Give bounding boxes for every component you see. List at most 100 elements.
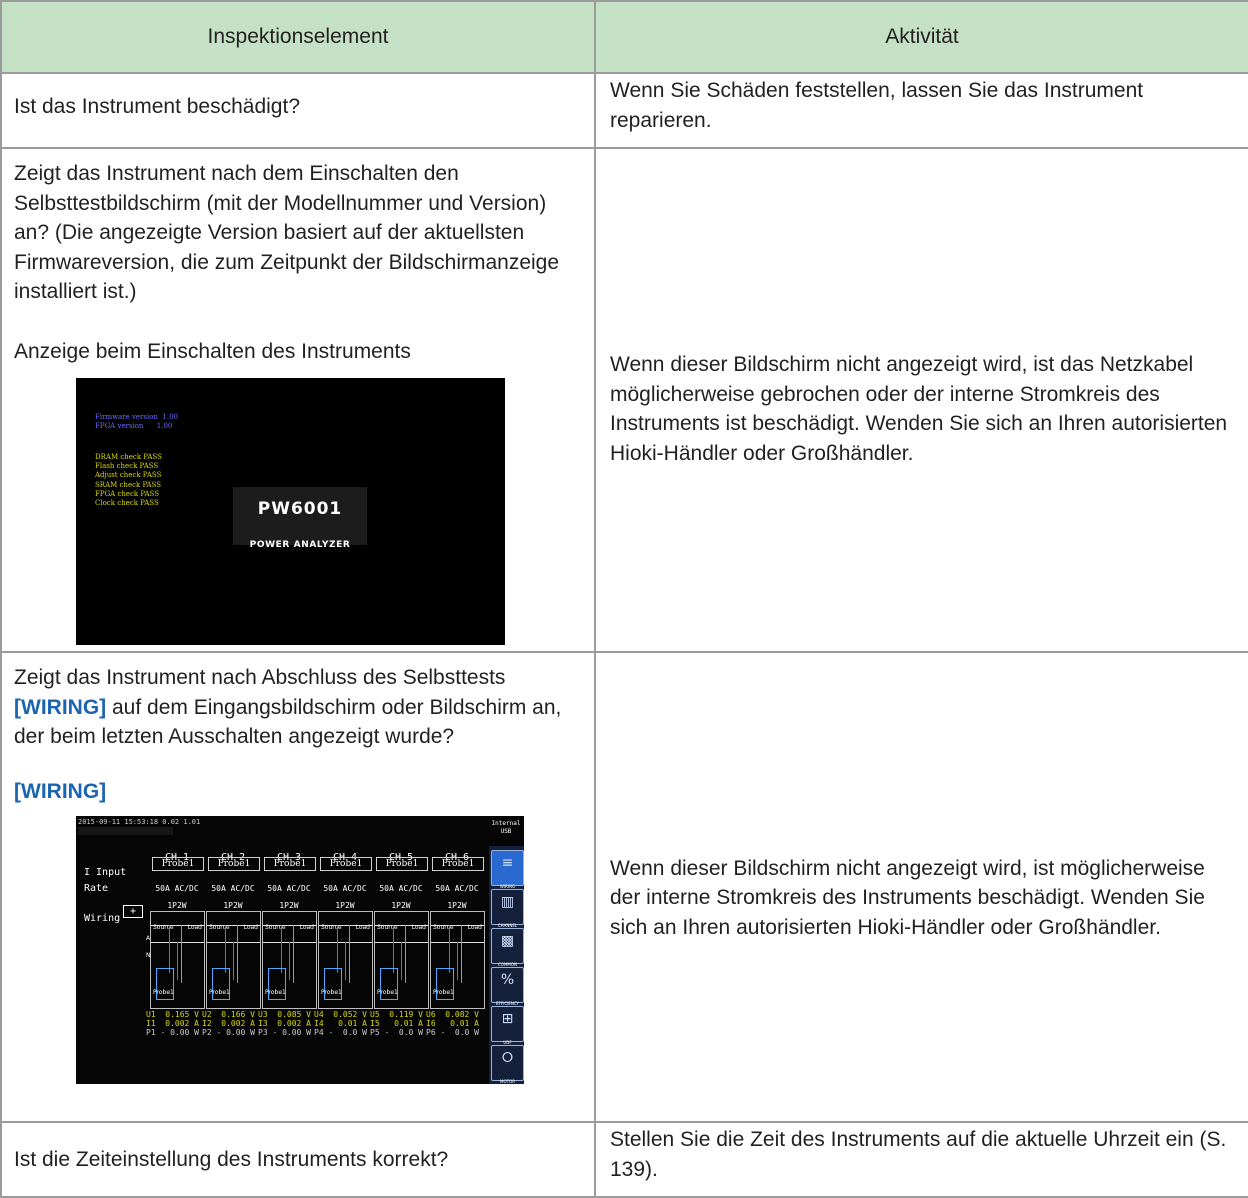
- boot-screen-caption: Anzeige beim Einschalten des Instruments: [14, 339, 411, 363]
- probe-label: Probe1: [265, 988, 286, 996]
- row-2-item-cell: Zeigt das Instrument nach dem Einschalte…: [0, 147, 596, 653]
- wiring-key-ref: [WIRING]: [14, 695, 107, 719]
- boot-screen-image: Firmware version 1.00 FPGA version 1.00 D…: [76, 378, 505, 645]
- menu-button-udf[interactable]: ⊞ UDF: [491, 1006, 524, 1045]
- menu-button-efficiency[interactable]: % EFFICIENCY: [491, 967, 524, 1006]
- voltage-lead: [225, 925, 226, 973]
- menu-button-motor[interactable]: ⭘ MOTOR: [491, 1045, 524, 1084]
- voltage-value: U3 0.085 V: [258, 1010, 311, 1019]
- wiring-icon: ≡: [501, 855, 514, 871]
- measurement-values: U2 0.166 V I2 0.002 A P2 - 0.00 W: [202, 1010, 255, 1037]
- wiring-screen-caption: [WIRING]: [14, 779, 107, 803]
- load-label: Load: [299, 924, 314, 931]
- row-3-item-text: Zeigt das Instrument nach Abschluss des …: [14, 666, 506, 689]
- fpga-version-line: FPGA version 1.00: [95, 422, 173, 430]
- diagram-labels: Source Load: [433, 913, 482, 943]
- model-logo: PW6001 POWER ANALYZER: [233, 487, 367, 550]
- wiring-diagram: Source Load Probe1: [262, 911, 317, 1009]
- probe-label: Probe1: [153, 988, 174, 996]
- line-marker: N: [146, 952, 151, 959]
- probe-label: Probe1: [377, 988, 398, 996]
- probe-field[interactable]: Probe1: [152, 857, 204, 871]
- inspection-table: Inspektionselement Aktivität Ist das Ins…: [0, 0, 1248, 1198]
- current-lead: [405, 925, 406, 983]
- diagram-labels: Source Load: [209, 913, 258, 943]
- voltage-value: U5 0.119 V: [370, 1010, 423, 1019]
- voltage-value: U2 0.166 V: [202, 1010, 255, 1019]
- row-3-activity: Wenn dieser Bildschirm nicht angezeigt w…: [594, 651, 1248, 1123]
- voltage-value: U6 0.082 V: [426, 1010, 479, 1019]
- common-icon: ▩: [500, 933, 515, 949]
- probe-label: Probe1: [433, 988, 454, 996]
- voltage-lead: [449, 925, 450, 973]
- diagram-labels: Source Load: [377, 913, 426, 943]
- load-label: Load: [187, 924, 202, 931]
- check-line: Flash check PASS: [95, 462, 159, 471]
- datetime-readout: 2015-09-11 15:53:18 0.02 1.01: [78, 818, 201, 826]
- model-subtitle: POWER ANALYZER: [249, 539, 351, 550]
- row-1-item: Ist das Instrument beschädigt?: [0, 72, 596, 149]
- probe-field[interactable]: Probe1: [432, 857, 484, 871]
- motor-icon: ⭘: [501, 1050, 514, 1066]
- voltage-value: U4 0.052 V: [314, 1010, 367, 1019]
- source-label: Source: [433, 924, 454, 931]
- probe-field[interactable]: Probe1: [208, 857, 260, 871]
- current-value: I6 0.01 A: [426, 1019, 479, 1028]
- row-4-activity: Stellen Sie die Zeit des Instruments auf…: [594, 1121, 1248, 1198]
- status-bar: [78, 827, 173, 835]
- table-row: Zeigt das Instrument nach dem Einschalte…: [0, 147, 1248, 653]
- menu-button-wiring[interactable]: ≡ WIRING: [491, 850, 524, 889]
- current-value: I5 0.01 A: [370, 1019, 423, 1028]
- probe-label: Probe1: [209, 988, 230, 996]
- boot-check-lines: DRAM check PASS Flash check PASS Adjust …: [95, 453, 162, 508]
- check-line: SRAM check PASS: [95, 480, 162, 489]
- voltage-lead: [393, 925, 394, 973]
- probe-field[interactable]: Probe1: [376, 857, 428, 871]
- probe-label: Probe1: [321, 988, 342, 996]
- menu-label: MOTOR: [500, 1079, 515, 1084]
- channel-icon: ▥: [500, 894, 515, 910]
- neutral-lead: [177, 942, 178, 980]
- line-a: [207, 925, 260, 926]
- power-value: P1 - 0.00 W: [146, 1028, 199, 1037]
- diagram-labels: Source Load: [153, 913, 202, 943]
- menu-button-common[interactable]: ▩ COMMON: [491, 928, 524, 967]
- voltage-lead: [337, 925, 338, 973]
- measurement-values: U1 0.165 V I1 0.002 A P1 - 0.00 W: [146, 1010, 199, 1037]
- source-label: Source: [265, 924, 286, 931]
- label-wiring: Wiring: [84, 913, 121, 924]
- wiring-screen-image: 2015-09-11 15:53:18 0.02 1.01 Internal US…: [76, 816, 524, 1084]
- check-line: FPGA check PASS: [95, 489, 159, 498]
- probe-field[interactable]: Probe1: [320, 857, 372, 871]
- efficiency-icon: %: [500, 972, 515, 988]
- indicator-usb: USB: [500, 828, 512, 835]
- label-rate: Rate: [84, 883, 109, 894]
- model-name: PW6001: [257, 499, 343, 519]
- firmware-version-line: Firmware version 1.00: [95, 413, 178, 421]
- wiring-plus-button[interactable]: +: [123, 905, 143, 918]
- measurement-values: U3 0.085 V I3 0.002 A P3 - 0.00 W: [258, 1010, 311, 1037]
- line-a: [151, 925, 204, 926]
- neutral-lead: [457, 942, 458, 980]
- menu-button-channel[interactable]: ▥ CHANNEL: [491, 889, 524, 928]
- current-value: I2 0.002 A: [202, 1019, 255, 1028]
- diagram-labels: Source Load: [321, 913, 370, 943]
- source-label: Source: [321, 924, 342, 931]
- power-value: P2 - 0.00 W: [202, 1028, 255, 1037]
- neutral-lead: [233, 942, 234, 980]
- source-label: Source: [153, 924, 174, 931]
- header-activity: Aktivität: [594, 0, 1248, 74]
- load-label: Load: [411, 924, 426, 931]
- line-a: [263, 925, 316, 926]
- probe-field[interactable]: Probe1: [264, 857, 316, 871]
- check-line: Clock check PASS: [95, 499, 159, 508]
- table-row: Ist das Instrument beschädigt? Wenn Sie …: [0, 72, 1248, 149]
- load-label: Load: [243, 924, 258, 931]
- power-value: P6 - 0.0 W: [426, 1028, 479, 1037]
- voltage-value: U1 0.165 V: [146, 1010, 199, 1019]
- line-a: [319, 925, 372, 926]
- current-lead: [181, 925, 182, 983]
- row-1-activity: Wenn Sie Schäden feststellen, lassen Sie…: [594, 72, 1248, 149]
- measurement-values: U4 0.052 V I4 0.01 A P4 - 0.0 W: [314, 1010, 367, 1037]
- wiring-diagram: Source Load Probe1: [374, 911, 429, 1009]
